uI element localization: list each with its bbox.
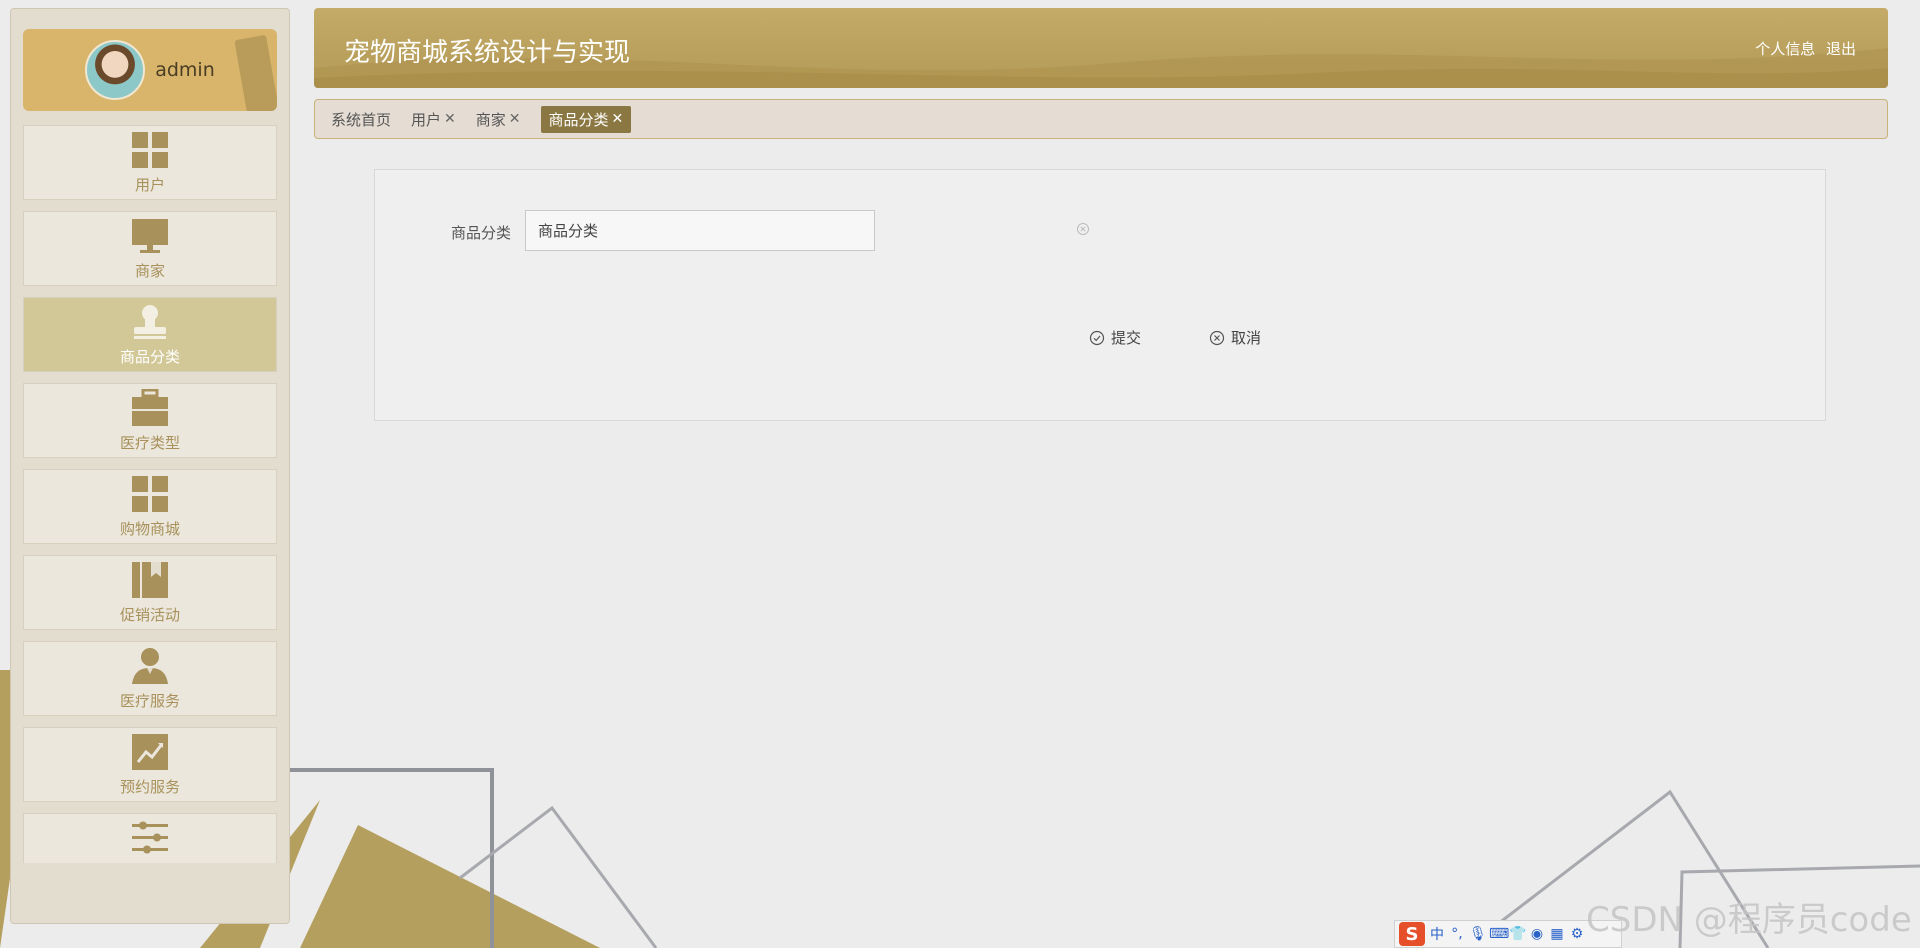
- profile-decoration: [234, 34, 277, 111]
- sidebar-item-product-category[interactable]: 商品分类: [23, 297, 277, 372]
- close-icon[interactable]: ✕: [509, 111, 521, 127]
- tab-label: 商家: [475, 110, 506, 129]
- tab-product-category[interactable]: 商品分类 ✕: [540, 105, 632, 133]
- cancel-label: 取消: [1231, 329, 1262, 347]
- profile-link[interactable]: 个人信息: [1755, 40, 1815, 58]
- check-circle-icon: [1089, 330, 1105, 345]
- clear-icon[interactable]: [1076, 222, 1090, 236]
- settings-icon[interactable]: ⚙: [1569, 926, 1585, 942]
- keyboard-icon[interactable]: ⌨: [1489, 926, 1509, 942]
- skin-icon[interactable]: 👕: [1509, 926, 1526, 942]
- sidebar-item-merchants[interactable]: 商家: [23, 211, 277, 286]
- sidebar-item-users[interactable]: 用户: [23, 125, 277, 200]
- submit-button[interactable]: 提交: [1089, 327, 1141, 348]
- sidebar-item-label: 医疗服务: [119, 692, 180, 710]
- tab-label: 系统首页: [331, 110, 392, 129]
- sidebar-item-label: 购物商城: [119, 520, 180, 538]
- ime-chinese-mode[interactable]: 中: [1429, 924, 1445, 944]
- ime-punctuation[interactable]: °,: [1449, 926, 1465, 942]
- form-panel: 商品分类 提交 取消: [374, 169, 1826, 421]
- sidebar-item-label: 商家: [134, 262, 165, 280]
- avatar: [85, 40, 146, 100]
- grid-icon: [130, 474, 170, 514]
- tab-label: 商品分类: [548, 110, 609, 129]
- user-profile[interactable]: admin: [23, 29, 277, 111]
- sidebar-item-shopping-mall[interactable]: 购物商城: [23, 469, 277, 544]
- grid-icon: [130, 130, 170, 170]
- sidebar-item-label: 商品分类: [119, 348, 180, 366]
- sidebar-item-promotions[interactable]: 促销活动: [23, 555, 277, 630]
- person-icon: [130, 646, 170, 686]
- watermark: CSDN @程序员code: [1586, 900, 1912, 940]
- sogou-logo-icon[interactable]: S: [1399, 922, 1425, 946]
- close-icon[interactable]: ✕: [612, 111, 624, 127]
- sidebar-item-settings[interactable]: [23, 813, 277, 863]
- cancel-button[interactable]: 取消: [1209, 327, 1261, 348]
- apps-icon[interactable]: ▦: [1549, 926, 1565, 942]
- tab-bar: 系统首页 用户 ✕ 商家 ✕ 商品分类 ✕: [314, 99, 1888, 139]
- page-title: 宠物商城系统设计与实现: [344, 38, 631, 68]
- tab-home[interactable]: 系统首页: [331, 109, 391, 130]
- monitor-icon: [130, 216, 170, 256]
- tab-label: 用户: [411, 110, 442, 129]
- sidebar-item-appointment-service[interactable]: 预约服务: [23, 727, 277, 802]
- submit-label: 提交: [1111, 329, 1142, 347]
- sidebar-item-label: 预约服务: [119, 778, 180, 796]
- header: 宠物商城系统设计与实现 个人信息 退出: [314, 8, 1888, 88]
- gamepad-icon[interactable]: ◉: [1529, 926, 1545, 942]
- sidebar-item-medical-type[interactable]: 医疗类型: [23, 383, 277, 458]
- stamp-icon: [130, 302, 170, 342]
- product-category-input[interactable]: [525, 210, 875, 251]
- username: admin: [155, 59, 215, 81]
- tab-merchants[interactable]: 商家 ✕: [476, 109, 521, 130]
- logout-link[interactable]: 退出: [1826, 40, 1856, 58]
- sidebar-item-label: 促销活动: [119, 606, 180, 624]
- sliders-icon: [130, 817, 170, 857]
- chart-icon: [130, 732, 170, 772]
- microphone-icon[interactable]: 🎙: [1469, 926, 1487, 942]
- close-circle-icon: [1209, 330, 1225, 345]
- briefcase-icon: [130, 388, 170, 428]
- book-icon: [130, 560, 170, 600]
- sidebar-item-label: 用户: [134, 176, 165, 194]
- tab-users[interactable]: 用户 ✕: [411, 109, 456, 130]
- sidebar-item-medical-service[interactable]: 医疗服务: [23, 641, 277, 716]
- product-category-label: 商品分类: [451, 224, 512, 242]
- header-links: 个人信息 退出: [1749, 38, 1856, 59]
- sidebar-item-label: 医疗类型: [119, 434, 180, 452]
- close-icon[interactable]: ✕: [444, 111, 456, 127]
- sidebar: admin 用户 商家 商品分类 医疗类型 购物商城 促销活动 医疗服务 预约服…: [10, 8, 290, 924]
